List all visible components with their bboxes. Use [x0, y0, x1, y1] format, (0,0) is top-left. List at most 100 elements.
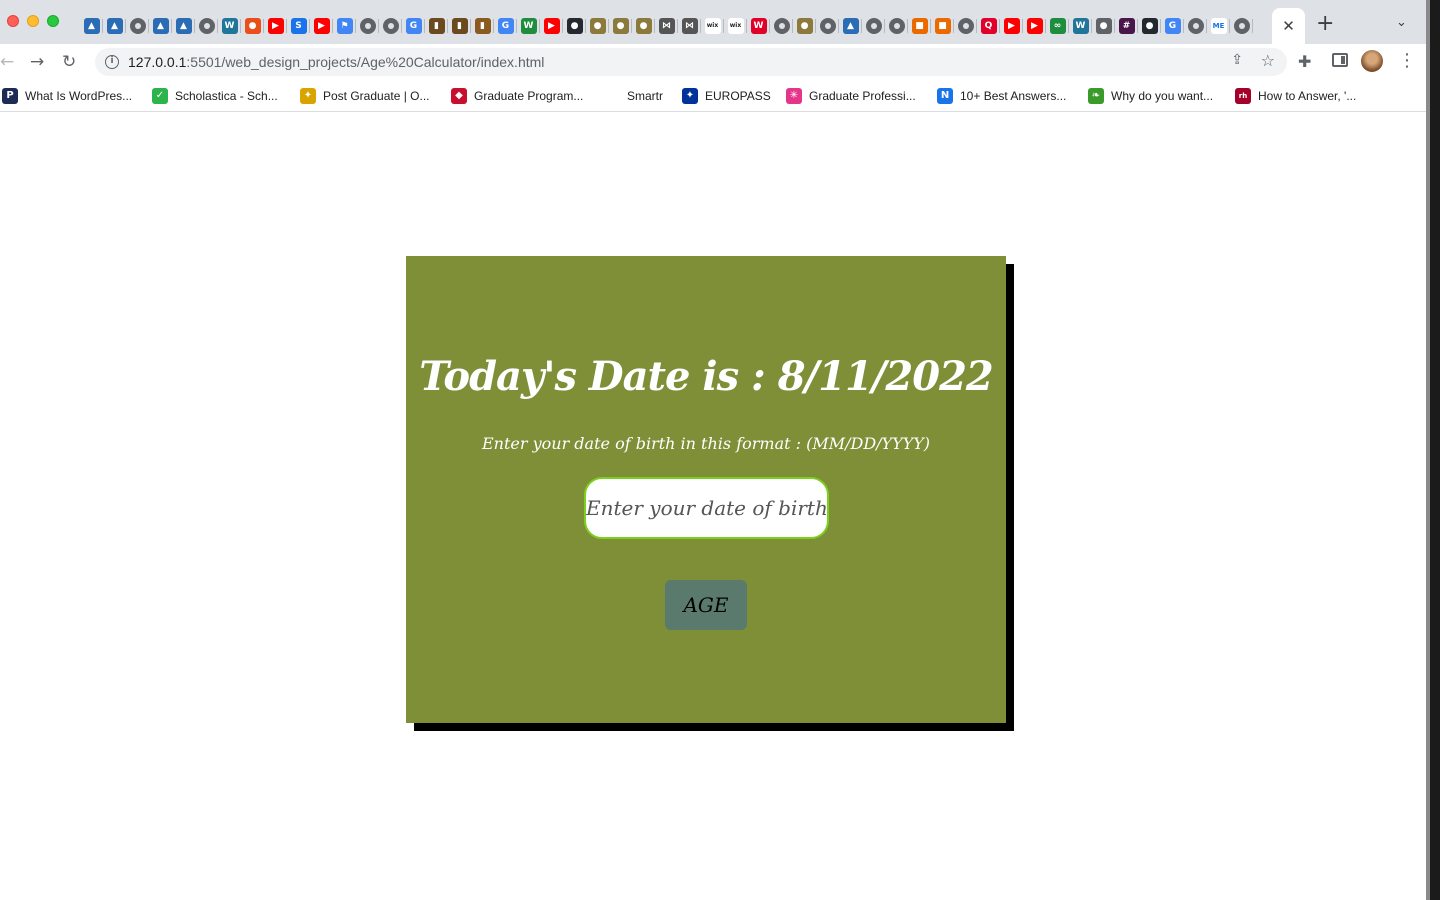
tab-2[interactable] [126, 14, 149, 38]
tab-19[interactable]: W [517, 14, 540, 38]
page-title: Today's Date is : 8/11/2022 [419, 353, 994, 400]
info-icon[interactable]: i [105, 55, 119, 69]
tab-44[interactable]: ● [1092, 14, 1115, 38]
tab-37[interactable]: ■ [931, 14, 954, 38]
chevron-down-icon[interactable]: ⌄ [1396, 15, 1407, 30]
tab-39[interactable]: Q [977, 14, 1000, 38]
tab-49[interactable]: ME [1207, 14, 1230, 38]
forward-arrow-icon[interactable]: → [30, 50, 44, 74]
tab-5[interactable] [195, 14, 218, 38]
bookmark-item[interactable]: ✓ Scholastica - Sch... [152, 86, 278, 106]
tab-31[interactable]: ● [793, 14, 816, 38]
tab-13[interactable] [379, 14, 402, 38]
tab-33[interactable]: ▲ [839, 14, 862, 38]
youtube-icon: ▶ [267, 18, 284, 34]
kebab-menu-icon[interactable]: ⋮ [1398, 50, 1416, 72]
tab-27[interactable]: wix [701, 14, 724, 38]
bookmark-item[interactable]: N 10+ Best Answers... [937, 86, 1066, 106]
tab-43[interactable]: W [1069, 14, 1092, 38]
tab-0[interactable]: ▲ [80, 14, 103, 38]
tab-29[interactable]: W [747, 14, 770, 38]
active-tab[interactable]: ✕ [1272, 8, 1305, 44]
tab-32[interactable] [816, 14, 839, 38]
tab-3[interactable]: ▲ [149, 14, 172, 38]
tab-23[interactable]: ● [609, 14, 632, 38]
tab-35[interactable] [885, 14, 908, 38]
window-maximize-button[interactable] [47, 15, 59, 27]
tab-18[interactable]: G [494, 14, 517, 38]
tab-17[interactable]: ▮ [471, 14, 494, 38]
globe-icon [819, 18, 836, 34]
pen-icon: ▲ [106, 18, 123, 34]
globe-icon [129, 18, 146, 34]
globe-icon [888, 18, 905, 34]
github-icon: ● [1141, 18, 1158, 34]
bookmark-item[interactable]: ✦ Post Graduate | O... [300, 86, 430, 106]
back-arrow-icon[interactable]: ← [0, 50, 14, 74]
tab-22[interactable]: ● [586, 14, 609, 38]
bookmark-item[interactable]: ✦ EUROPASS [682, 86, 771, 106]
tab-50[interactable] [1230, 14, 1253, 38]
tab-12[interactable] [356, 14, 379, 38]
tab-30[interactable] [770, 14, 793, 38]
avatar[interactable] [1361, 50, 1383, 72]
tab-20[interactable]: ▶ [540, 14, 563, 38]
bookmark-item[interactable]: Smartr [627, 86, 663, 106]
tab-40[interactable]: ▶ [1000, 14, 1023, 38]
bookmark-item[interactable]: ✳ Graduate Professi... [786, 86, 916, 106]
tab-28[interactable]: wix [724, 14, 747, 38]
book-icon: ▮ [428, 18, 445, 34]
infinity-icon: ∞ [1049, 18, 1066, 34]
address-bar[interactable]: i 127.0.0.1:5501/web_design_projects/Age… [95, 48, 1287, 76]
tab-7[interactable]: ● [241, 14, 264, 38]
tab-48[interactable] [1184, 14, 1207, 38]
tab-15[interactable]: ▮ [425, 14, 448, 38]
tab-9[interactable]: S [287, 14, 310, 38]
close-tab-icon[interactable]: ✕ [1282, 17, 1295, 35]
tab-38[interactable] [954, 14, 977, 38]
age-button[interactable]: AGE [665, 580, 747, 630]
tab-42[interactable]: ∞ [1046, 14, 1069, 38]
tab-4[interactable]: ▲ [172, 14, 195, 38]
tab-10[interactable]: ▶ [310, 14, 333, 38]
arrows-icon: ⋈ [681, 18, 698, 34]
tab-25[interactable]: ⋈ [655, 14, 678, 38]
tab-47[interactable]: G [1161, 14, 1184, 38]
window-close-button[interactable] [7, 15, 19, 27]
tab-46[interactable]: ● [1138, 14, 1161, 38]
chrome-icon: ● [1095, 18, 1112, 34]
dob-input[interactable] [584, 477, 829, 539]
bookmark-item[interactable]: ❧ Why do you want... [1088, 86, 1213, 106]
reload-icon[interactable]: ↻ [62, 50, 76, 74]
tab-24[interactable]: ● [632, 14, 655, 38]
url-text[interactable]: 127.0.0.1:5501/web_design_projects/Age%2… [128, 54, 544, 70]
tab-6[interactable]: W [218, 14, 241, 38]
tab-36[interactable]: ■ [908, 14, 931, 38]
bookmark-item[interactable]: P What Is WordPres... [2, 86, 132, 106]
tab-34[interactable] [862, 14, 885, 38]
window-minimize-button[interactable] [27, 15, 39, 27]
globe-icon [382, 18, 399, 34]
side-panel-icon[interactable] [1332, 53, 1348, 67]
flag-icon: ⚑ [336, 18, 353, 34]
tab-26[interactable]: ⋈ [678, 14, 701, 38]
bookmark-label: 10+ Best Answers... [960, 89, 1067, 103]
puzzle-icon[interactable]: ✚ [1298, 52, 1311, 71]
tab-8[interactable]: ▶ [264, 14, 287, 38]
tab-16[interactable]: ▮ [448, 14, 471, 38]
tab-11[interactable]: ⚑ [333, 14, 356, 38]
coin-icon: ● [796, 18, 813, 34]
bookmark-item[interactable]: rh How to Answer, '... [1235, 86, 1356, 106]
new-tab-button[interactable]: + [1316, 13, 1334, 35]
bookmark-star-icon[interactable]: ☆ [1261, 51, 1275, 70]
tab-21[interactable]: ● [563, 14, 586, 38]
tab-41[interactable]: ▶ [1023, 14, 1046, 38]
tab-1[interactable]: ▲ [103, 14, 126, 38]
bookmark-item[interactable]: ◆ Graduate Program... [451, 86, 583, 106]
tab-14[interactable]: G [402, 14, 425, 38]
coin-icon: ● [589, 18, 606, 34]
share-icon[interactable]: ⇪ [1231, 52, 1243, 68]
tab-45[interactable]: # [1115, 14, 1138, 38]
squares-icon: ■ [934, 18, 951, 34]
globe-icon [865, 18, 882, 34]
